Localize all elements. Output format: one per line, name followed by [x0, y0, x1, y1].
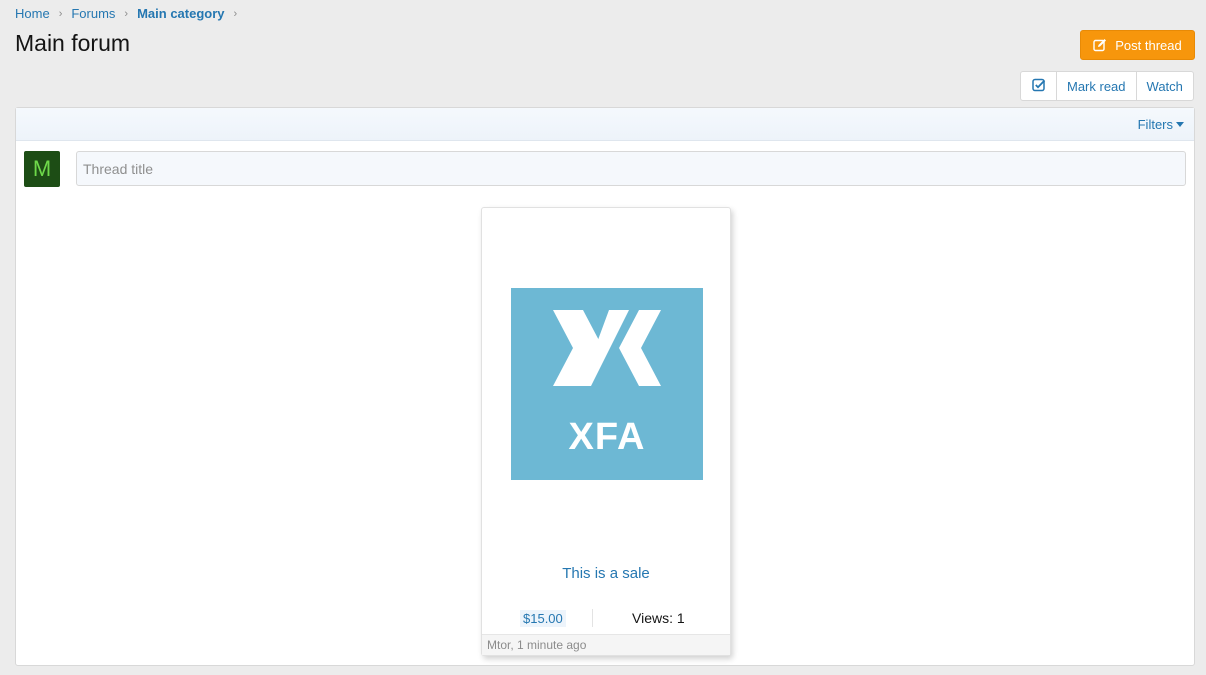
mark-read-button[interactable]: Mark read: [1057, 72, 1137, 100]
views-count: Views: 1: [632, 610, 685, 626]
breadcrumb-main-category-link[interactable]: Main category: [137, 6, 224, 21]
avatar[interactable]: M: [24, 151, 60, 187]
thread-list-panel: Filters M XFA This is a sale $15.00 View…: [15, 107, 1195, 666]
post-thread-label: Post thread: [1115, 37, 1182, 53]
breadcrumb: Home › Forums › Main category ›: [15, 6, 246, 21]
post-thread-button[interactable]: Post thread: [1080, 30, 1195, 60]
watch-button[interactable]: Watch: [1137, 72, 1193, 100]
filters-label: Filters: [1137, 117, 1173, 132]
select-threads-button[interactable]: [1021, 72, 1057, 100]
thread-card: XFA This is a sale $15.00 Views: 1 Mtor,…: [481, 207, 731, 656]
chevron-right-icon: ›: [233, 7, 238, 20]
breadcrumb-home-link[interactable]: Home: [15, 6, 50, 21]
panel-header: Filters: [16, 108, 1194, 141]
breadcrumb-forums-link[interactable]: Forums: [71, 6, 115, 21]
price-badge: $15.00: [520, 610, 566, 627]
thumbnail-logo-text: XFA: [568, 416, 646, 458]
chevron-right-icon: ›: [124, 7, 129, 20]
thread-title-link[interactable]: This is a sale: [482, 565, 730, 582]
chevron-right-icon: ›: [58, 7, 63, 20]
edit-icon: [1093, 38, 1107, 52]
thread-card-footer: Mtor, 1 minute ago: [482, 634, 730, 655]
divider: [592, 609, 593, 627]
filters-button[interactable]: Filters: [1138, 117, 1184, 132]
forum-actions-group: Mark read Watch: [1020, 71, 1194, 101]
caret-down-icon: [1176, 122, 1184, 127]
thread-thumbnail[interactable]: XFA: [511, 288, 703, 480]
checkbox-checked-icon: [1031, 78, 1046, 95]
thread-title-input[interactable]: [76, 151, 1186, 186]
page-title: Main forum: [15, 30, 131, 56]
